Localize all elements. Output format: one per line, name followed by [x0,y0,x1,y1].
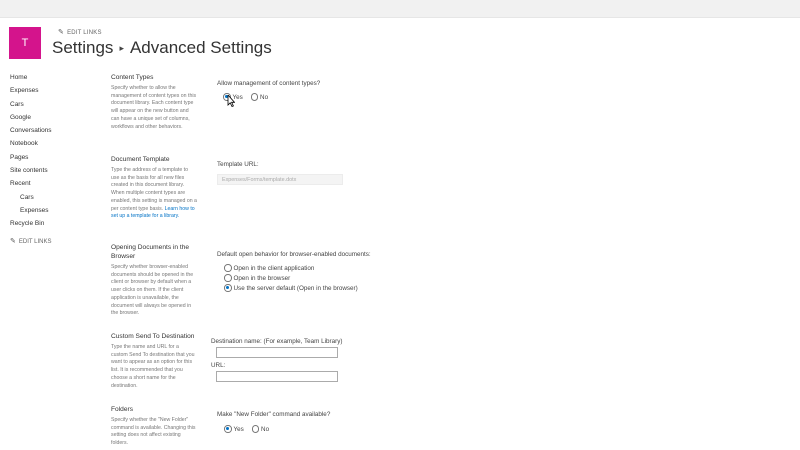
open-client-option[interactable]: Open in the client application [224,264,358,274]
open-browser-option[interactable]: Open in the browser [224,274,358,284]
open-behavior-question: Default open behavior for browser-enable… [217,251,371,258]
nav-recent-expenses[interactable]: Expenses [10,204,90,217]
server-default-option[interactable]: Use the server default (Open in the brow… [224,284,358,294]
open-behavior-options: Open in the client application Open in t… [224,264,358,294]
section-content-types: Content Types Specify whether to allow t… [111,73,197,131]
section-title: Folders [111,406,133,413]
radio-no[interactable] [250,93,259,101]
open-browser-label: Open in the browser [233,275,291,282]
server-default-label: Use the server default (Open in the brow… [233,285,358,292]
new-folder-question: Make "New Folder" command available? [217,411,331,418]
site-logo[interactable]: T [9,27,41,59]
radio-folder-no-label: No [261,426,270,433]
breadcrumb-current: Advanced Settings [129,38,272,57]
nav-item-home[interactable]: Home [10,71,90,84]
section-description: Type the address of a template to use as… [111,167,197,221]
left-navigation: Home Expenses Cars Google Conversations … [10,71,90,248]
section-description: Type the name and URL for a custom Send … [111,344,195,389]
nav-edit-links-label: EDIT LINKS [18,238,52,245]
destination-url-input[interactable] [216,371,338,382]
mouse-pointer-icon [227,95,235,107]
nav-item-recycle-bin[interactable]: Recycle Bin [10,217,90,230]
open-client-label: Open in the client application [233,265,315,272]
pencil-icon: ✎ [58,29,65,36]
section-title: Content Types [111,74,154,81]
template-url-input: Expenses/Forms/template.dotx [217,174,343,185]
pencil-icon: ✎ [10,237,16,245]
section-send-to: Custom Send To Destination Type the name… [111,332,197,390]
nav-item-pages[interactable]: Pages [10,151,90,164]
new-folder-yes-option[interactable]: Yes [224,425,244,435]
template-url-label: Template URL: [217,161,259,168]
nav-recent-cars[interactable]: Cars [10,191,90,204]
nav-item-cars[interactable]: Cars [10,98,90,111]
radio-folder-no[interactable] [251,425,260,433]
radio-open-browser[interactable] [224,274,232,282]
nav-item-expenses[interactable]: Expenses [10,84,90,97]
radio-server-default[interactable] [224,284,232,292]
edit-links-label: EDIT LINKS [67,30,102,36]
nav-edit-links[interactable]: ✎ EDIT LINKS [10,235,90,248]
destination-name-label: Destination name: (For example, Team Lib… [211,338,343,345]
section-title: Opening Documents in the Browser [111,244,190,260]
section-description: Specify whether browser-enabled document… [111,264,194,317]
page-title: Settings ▸ Advanced Settings [52,38,272,58]
section-description: Specify whether the "New Folder" command… [111,417,196,447]
nav-item-conversations[interactable]: Conversations [10,124,90,137]
breadcrumb-settings[interactable]: Settings [52,38,113,57]
section-title: Custom Send To Destination [111,333,195,340]
breadcrumb-separator-icon: ▸ [119,43,124,53]
nav-item-google[interactable]: Google [10,111,90,124]
suite-bar [0,0,800,18]
nav-item-recent[interactable]: Recent [10,177,90,190]
content-types-question: Allow management of content types? [217,80,321,87]
edit-links-top[interactable]: ✎ EDIT LINKS [58,28,102,36]
section-document-template: Document Template Type the address of a … [111,155,197,221]
nav-item-notebook[interactable]: Notebook [10,137,90,150]
radio-no-label: No [260,94,269,101]
new-folder-no-option[interactable]: No [251,425,270,435]
section-folders: Folders Specify whether the "New Folder"… [111,405,197,448]
destination-name-input[interactable] [216,347,338,358]
radio-folder-yes[interactable] [224,425,232,433]
radio-open-client[interactable] [224,264,232,272]
new-folder-options: Yes No [224,425,275,435]
section-description: Specify whether to allow the management … [111,85,197,130]
destination-url-label: URL: [211,362,226,369]
section-opening-documents: Opening Documents in the Browser Specify… [111,243,197,318]
nav-item-site-contents[interactable]: Site contents [10,164,90,177]
content-types-no-option[interactable]: No [250,93,269,103]
site-logo-letter: T [21,37,29,49]
radio-folder-yes-label: Yes [233,426,244,433]
section-title: Document Template [111,156,170,163]
